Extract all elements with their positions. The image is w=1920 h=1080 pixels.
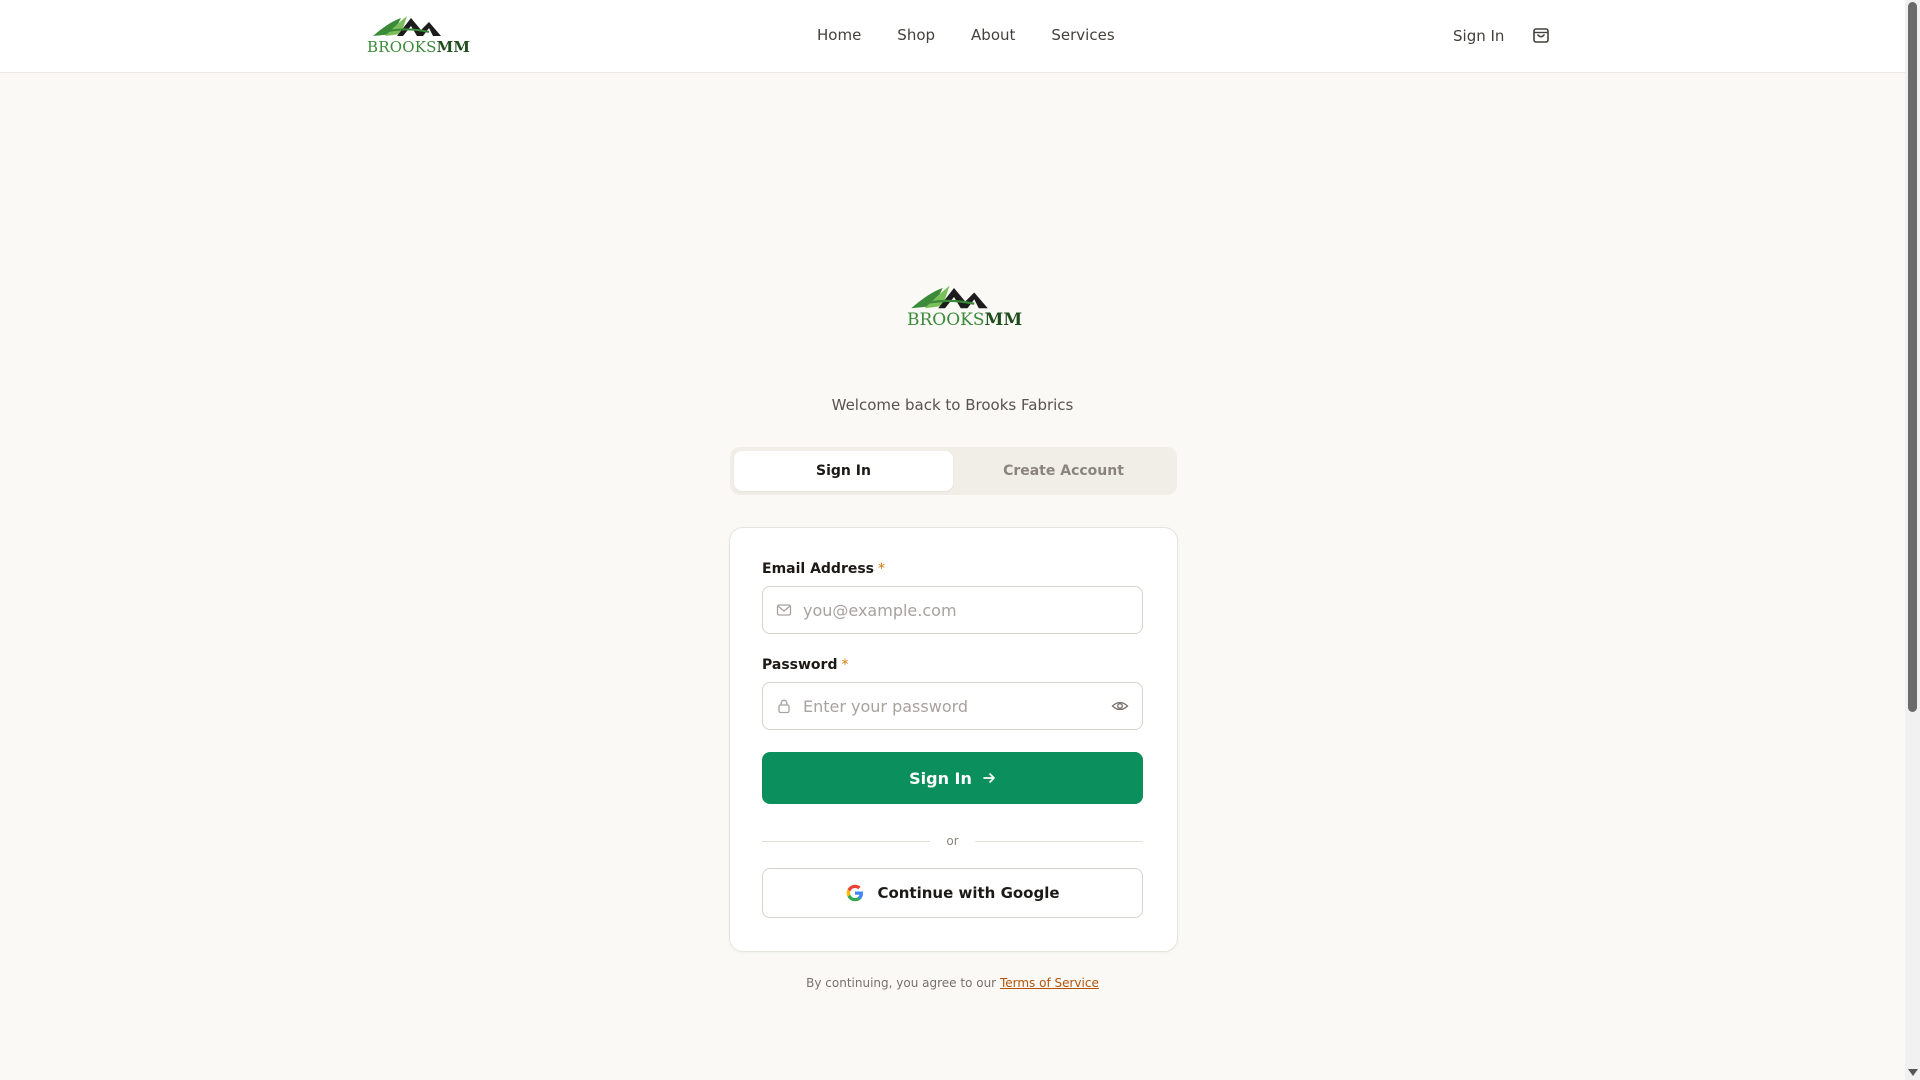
main-nav: Home Shop About Services: [817, 26, 1115, 44]
divider-line-right: [975, 841, 1143, 842]
mountain-logo-icon: [373, 16, 441, 36]
sign-in-card: Email Address * you@example.com Password *…: [729, 527, 1178, 952]
nav-shop[interactable]: Shop: [897, 26, 935, 44]
email-label: Email Address *: [762, 561, 885, 577]
shopping-bag-icon[interactable]: [1531, 25, 1551, 45]
nav-about[interactable]: About: [971, 26, 1015, 44]
scroll-down-arrow-icon[interactable]: [1908, 1069, 1918, 1076]
terms-notice: By continuing, you agree to our Terms of…: [0, 976, 1905, 990]
or-divider: or: [762, 834, 1143, 848]
logo-text-light: BROOKS: [367, 38, 437, 56]
password-label-text: Password: [762, 657, 838, 673]
google-button-label: Continue with Google: [877, 884, 1060, 902]
nav-services[interactable]: Services: [1051, 26, 1114, 44]
auth-tabs: Sign In Create Account: [730, 447, 1177, 495]
required-mark: *: [841, 657, 849, 673]
required-mark: *: [878, 561, 886, 577]
password-label: Password *: [762, 657, 848, 673]
page-scrollbar[interactable]: [1905, 0, 1920, 1080]
logo-text-light: BROOKS: [907, 310, 985, 330]
site-header: BROOKSMM Home Shop About Services Sign I…: [0, 0, 1905, 73]
brand-logo-large: BROOKSMM: [905, 283, 1022, 333]
nav-home[interactable]: Home: [817, 26, 861, 44]
email-placeholder: you@example.com: [803, 601, 957, 620]
email-label-text: Email Address: [762, 561, 875, 577]
header-sign-in-link[interactable]: Sign In: [1453, 27, 1504, 45]
google-icon: [847, 884, 864, 902]
password-field[interactable]: Enter your password: [762, 682, 1143, 730]
welcome-text: Welcome back to Brooks Fabrics: [831, 396, 1074, 414]
sign-in-button[interactable]: Sign In: [762, 752, 1143, 804]
logo-text-dark: MM: [984, 310, 1023, 330]
password-placeholder: Enter your password: [803, 697, 969, 716]
sign-in-button-label: Sign In: [909, 768, 972, 788]
mail-icon: [776, 604, 792, 616]
brand-logo[interactable]: BROOKSMM: [367, 14, 470, 58]
terms-prefix: By continuing, you agree to our: [806, 976, 997, 990]
mountain-logo-icon: [911, 285, 988, 309]
lock-icon: [778, 699, 790, 714]
email-field[interactable]: you@example.com: [762, 586, 1143, 634]
terms-of-service-link[interactable]: Terms of Service: [1000, 976, 1099, 990]
arrow-right-icon: [983, 773, 995, 783]
logo-text-dark: MM: [436, 38, 471, 56]
tab-sign-in[interactable]: Sign In: [734, 451, 953, 491]
tab-create-account[interactable]: Create Account: [954, 451, 1173, 491]
google-sign-in-button[interactable]: Continue with Google: [762, 868, 1143, 918]
scrollbar-thumb[interactable]: [1908, 2, 1917, 712]
eye-icon[interactable]: [1111, 698, 1129, 714]
